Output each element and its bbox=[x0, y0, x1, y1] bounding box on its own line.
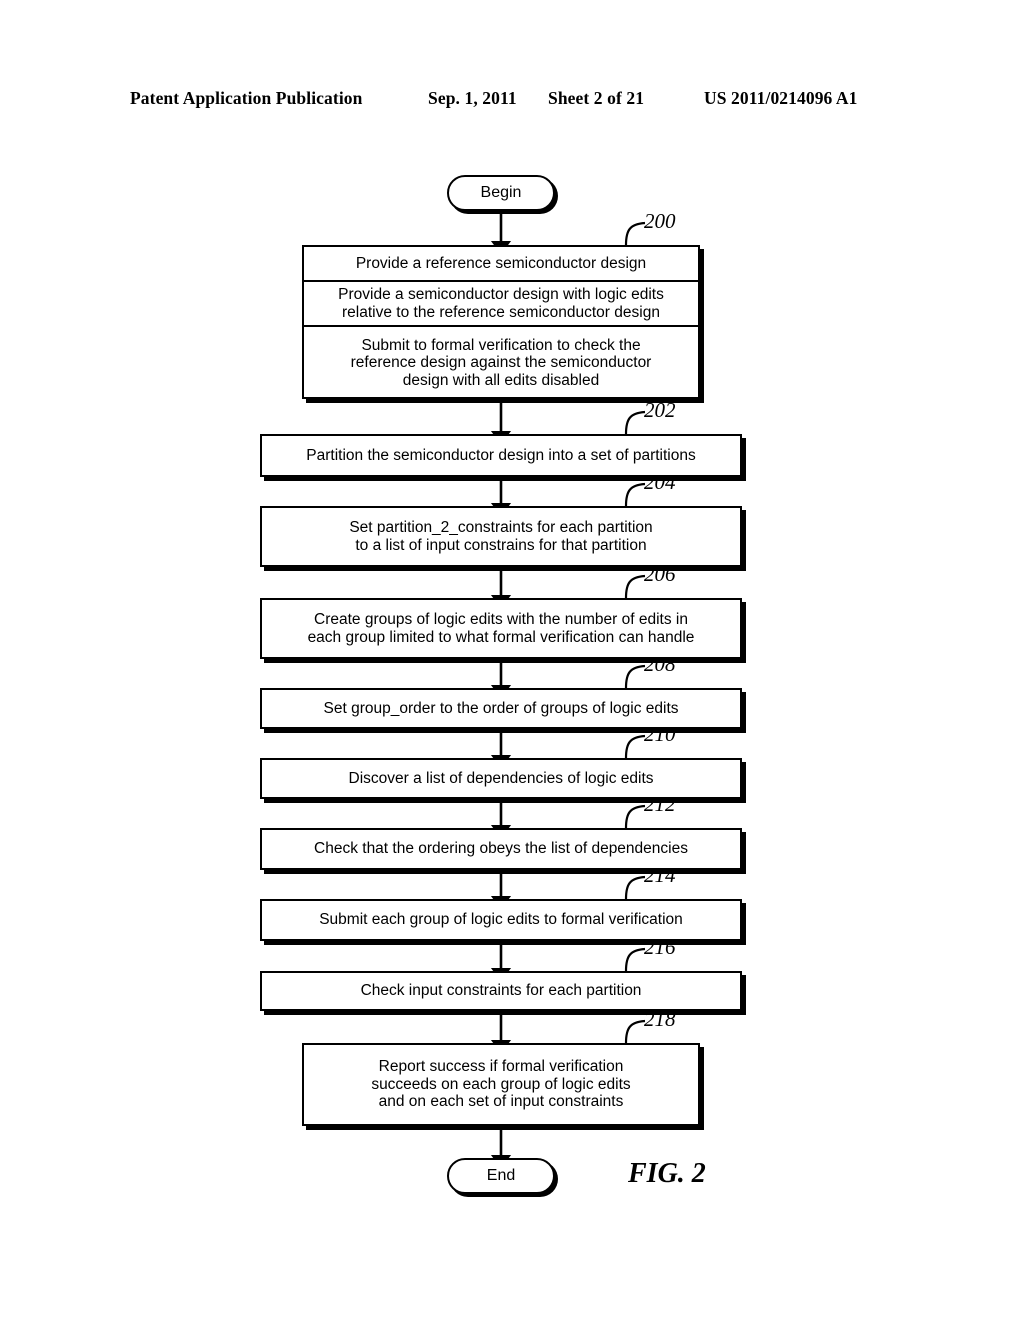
figure-label: FIG. 2 bbox=[628, 1158, 706, 1189]
ref-numeral-214: 214 bbox=[644, 863, 676, 887]
flow-step-216[interactable]: Check input constraints for each partiti… bbox=[260, 971, 742, 1011]
flow-step-200-segment-2: Provide a semiconductor design with logi… bbox=[304, 280, 698, 325]
flow-step-200[interactable]: Provide a reference semiconductor design… bbox=[302, 245, 700, 399]
ref-numeral-212: 212 bbox=[644, 792, 676, 816]
ref-numeral-208: 208 bbox=[644, 652, 676, 676]
ref-numeral-202: 202 bbox=[644, 398, 676, 422]
ref-numeral-210: 210 bbox=[644, 722, 676, 746]
ref-numeral-204: 204 bbox=[644, 470, 676, 494]
flow-step-200-segment-1: Provide a reference semiconductor design bbox=[355, 254, 647, 272]
ref-numeral-218: 218 bbox=[644, 1007, 676, 1031]
ref-numeral-200: 200 bbox=[644, 209, 676, 233]
ref-numeral-206: 206 bbox=[644, 562, 676, 586]
flow-step-218[interactable]: Report success if formal verification suc… bbox=[302, 1043, 700, 1126]
ref-numeral-216: 216 bbox=[644, 935, 676, 959]
flowchart-figure: Begin 200 Provide a reference semiconduc… bbox=[0, 0, 1024, 1320]
flow-start-label: Begin bbox=[480, 184, 522, 201]
flow-step-200-segment-3: Submit to formal verification to check t… bbox=[304, 325, 698, 399]
flow-end-label: End bbox=[486, 1167, 516, 1184]
flow-end-terminator[interactable]: End bbox=[447, 1158, 555, 1194]
flow-start-terminator[interactable]: Begin bbox=[447, 175, 555, 211]
flow-step-204[interactable]: Set partition_2_constraints for each par… bbox=[260, 506, 742, 567]
flow-step-206[interactable]: Create groups of logic edits with the nu… bbox=[260, 598, 742, 659]
